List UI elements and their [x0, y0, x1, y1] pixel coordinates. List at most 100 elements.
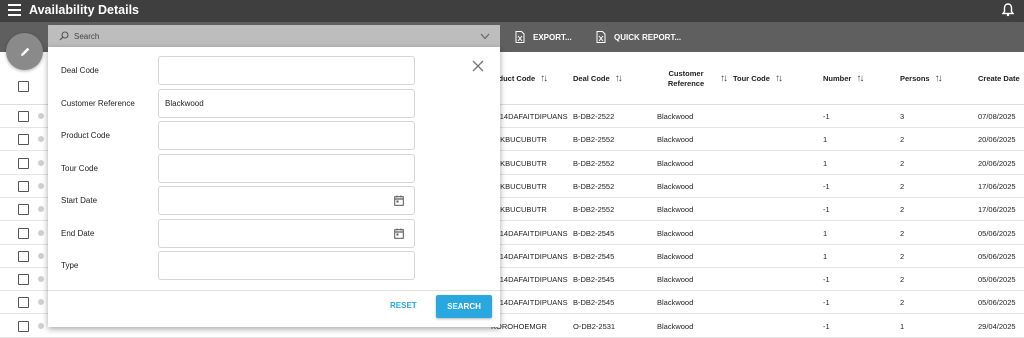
- product-code-cell: 3T14DAFAITDIPUANS: [491, 228, 568, 238]
- search-filter-panel: Deal Code Customer Reference Product Cod…: [48, 47, 500, 327]
- customer-reference-cell: Blackwood: [657, 321, 694, 331]
- persons-cell: 2: [900, 135, 905, 145]
- search-bar: [48, 25, 500, 47]
- divider: [48, 290, 500, 291]
- customer-reference-field[interactable]: [158, 89, 415, 118]
- create-date-cell: 05/06/2025: [978, 228, 1016, 238]
- persons-cell: 2: [900, 181, 905, 191]
- product-code-cell: 3T14DAFAITDIPUANS: [491, 275, 568, 285]
- tour-code-cell: [740, 222, 800, 245]
- export-button[interactable]: EXPORT...: [515, 31, 572, 43]
- export-label: EXPORT...: [533, 32, 572, 42]
- status-dot: [38, 322, 44, 329]
- sort-icon[interactable]: ↑↓: [935, 73, 943, 84]
- tour-code-label: Tour Code: [61, 164, 98, 173]
- page-title: Availability Details: [29, 3, 139, 17]
- product-code-field[interactable]: [158, 121, 415, 150]
- deal-code-cell: B-DB2-2552: [573, 158, 615, 168]
- column-tour-code[interactable]: ↑↓ Tour Code ↑↓: [720, 52, 783, 105]
- excel-icon: [515, 31, 525, 43]
- column-label: Customer Reference: [667, 68, 705, 88]
- reset-button[interactable]: RESET: [390, 301, 417, 310]
- select-all-checkbox[interactable]: [18, 81, 29, 92]
- tour-code-cell: [740, 245, 800, 268]
- tour-code-field[interactable]: [158, 154, 415, 183]
- row-checkbox[interactable]: [18, 157, 29, 169]
- column-deal-code[interactable]: Deal Code ↑↓: [573, 52, 623, 105]
- product-code-cell: 2SKBUCUBUTR: [491, 158, 547, 168]
- chevron-down-icon[interactable]: [480, 33, 490, 40]
- row-checkbox[interactable]: [18, 250, 29, 262]
- row-checkbox[interactable]: [18, 111, 29, 122]
- create-date-cell: 05/06/2025: [978, 251, 1016, 261]
- calendar-icon[interactable]: [394, 195, 404, 206]
- product-code-cell: 3T14DAFAITDIPUANS: [491, 112, 568, 121]
- type-label: Type: [61, 261, 79, 270]
- number-cell: -1: [823, 112, 830, 121]
- deal-code-field[interactable]: [158, 56, 415, 85]
- column-create-date[interactable]: Create Date: [978, 52, 1020, 105]
- customer-reference-cell: Blackwood: [657, 298, 694, 308]
- search-button[interactable]: SEARCH: [436, 295, 492, 318]
- sort-icon[interactable]: ↑↓: [775, 73, 783, 84]
- sort-icon[interactable]: ↑↓: [540, 73, 548, 84]
- column-label: Deal Code: [573, 74, 610, 83]
- row-checkbox[interactable]: [18, 297, 29, 309]
- create-date-cell: 05/06/2025: [978, 275, 1016, 285]
- number-cell: 1: [823, 251, 828, 261]
- column-label: Create Date: [978, 74, 1020, 83]
- close-icon[interactable]: [472, 60, 484, 72]
- edit-button[interactable]: [6, 33, 43, 70]
- persons-cell: 2: [900, 205, 905, 215]
- end-date-label: End Date: [61, 229, 95, 238]
- sort-icon[interactable]: ↑↓: [856, 73, 864, 84]
- create-date-cell: 20/06/2025: [978, 158, 1016, 168]
- row-checkbox[interactable]: [18, 274, 29, 286]
- search-input[interactable]: [74, 29, 474, 43]
- create-date-cell: 05/06/2025: [978, 298, 1016, 308]
- end-date-field[interactable]: [158, 219, 415, 248]
- quick-report-button[interactable]: QUICK REPORT...: [596, 31, 681, 43]
- customer-reference-label: Customer Reference: [61, 99, 135, 108]
- sort-icon[interactable]: ↑↓: [720, 73, 728, 84]
- menu-icon[interactable]: [8, 4, 21, 16]
- tour-code-cell: [740, 105, 800, 128]
- create-date-cell: 20/06/2025: [978, 135, 1016, 145]
- persons-cell: 1: [900, 321, 905, 331]
- deal-code-cell: B-DB2-2552: [573, 181, 615, 191]
- customer-reference-cell: Blackwood: [657, 181, 694, 191]
- status-dot: [38, 113, 44, 119]
- deal-code-cell: B-DB2-2545: [573, 298, 615, 308]
- product-code-cell: 3T14DAFAITDIPUANS: [491, 298, 568, 308]
- persons-cell: 2: [900, 228, 905, 238]
- number-cell: 1: [823, 228, 828, 238]
- row-checkbox[interactable]: [18, 134, 29, 146]
- status-dot: [38, 159, 44, 166]
- start-date-label: Start Date: [61, 196, 98, 205]
- status-dot: [38, 299, 44, 306]
- column-customer-reference[interactable]: Customer Reference: [657, 52, 717, 105]
- customer-reference-cell: Blackwood: [657, 112, 694, 121]
- number-cell: -1: [823, 275, 830, 285]
- bell-icon[interactable]: [1002, 3, 1014, 17]
- start-date-field[interactable]: [158, 186, 415, 215]
- calendar-icon[interactable]: [394, 228, 404, 239]
- column-persons[interactable]: Persons ↑↓: [900, 52, 943, 105]
- row-checkbox[interactable]: [18, 227, 29, 239]
- deal-code-cell: B-DB2-2552: [573, 205, 615, 215]
- persons-cell: 2: [900, 275, 905, 285]
- create-date-cell: 29/04/2025: [978, 321, 1016, 331]
- excel-icon: [596, 31, 606, 43]
- deal-code-cell: B-DB2-2522: [573, 112, 615, 121]
- column-number[interactable]: Number ↑↓: [823, 52, 864, 105]
- row-checkbox[interactable]: [18, 320, 29, 332]
- sort-icon[interactable]: ↑↓: [615, 73, 623, 84]
- status-dot: [38, 136, 44, 143]
- row-checkbox[interactable]: [18, 204, 29, 216]
- status-dot: [38, 229, 44, 236]
- customer-reference-cell: Blackwood: [657, 228, 694, 238]
- pencil-icon: [20, 47, 29, 56]
- number-cell: -1: [823, 181, 830, 191]
- type-field[interactable]: [158, 251, 415, 280]
- row-checkbox[interactable]: [18, 180, 29, 192]
